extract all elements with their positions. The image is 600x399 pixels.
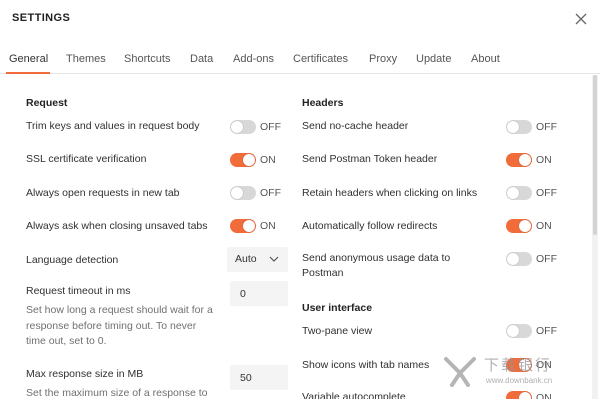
tab-shortcuts[interactable]: Shortcuts <box>124 53 170 65</box>
trim-keys-label: Trim keys and values in request body <box>26 120 200 132</box>
toggle-knob <box>507 121 519 133</box>
trim-keys-toggle[interactable] <box>230 120 256 134</box>
request-section-title: Request <box>26 97 68 109</box>
toggle-knob <box>519 220 531 232</box>
watermark-url: www.downbank.cn <box>486 376 553 385</box>
ssl-verification-toggle[interactable] <box>230 153 256 167</box>
max-response-size-label: Max response size in MB <box>26 368 144 380</box>
tab-proxy[interactable]: Proxy <box>369 53 397 65</box>
tab-themes[interactable]: Themes <box>66 53 106 65</box>
postman-token-state: ON <box>536 154 552 166</box>
ask-closing-unsaved-toggle[interactable] <box>230 219 256 233</box>
user-interface-section-title: User interface <box>302 302 373 314</box>
postman-token-label: Send Postman Token header <box>302 153 438 165</box>
retain-headers-toggle[interactable] <box>506 186 532 200</box>
tab-add-ons[interactable]: Add-ons <box>233 53 274 65</box>
watermark: 下载银行 www.downbank.cn <box>442 350 592 395</box>
anonymous-usage-toggle[interactable] <box>506 252 532 266</box>
follow-redirects-state: ON <box>536 220 552 232</box>
request-timeout-description: Set how long a request should wait for a… <box>26 304 213 347</box>
language-detection-label: Language detection <box>26 254 119 266</box>
toggle-knob <box>243 220 255 232</box>
anonymous-usage-label: Send anonymous usage data to Postman <box>302 252 451 279</box>
toggle-knob <box>507 253 519 265</box>
no-cache-label: Send no-cache header <box>302 120 409 132</box>
max-response-size-input[interactable] <box>230 365 288 390</box>
retain-headers-label: Retain headers when clicking on links <box>302 187 478 199</box>
watermark-text: 下载银行 <box>484 356 553 374</box>
toggle-knob <box>507 325 519 337</box>
icons-tab-names-label: Show icons with tab names <box>302 359 430 371</box>
tab-general[interactable]: General <box>9 53 48 65</box>
close-icon[interactable] <box>572 10 590 28</box>
max-response-size-description: Set the maximum size of a response to <box>26 387 208 399</box>
follow-redirects-label: Automatically follow redirects <box>302 220 438 232</box>
scrollbar-thumb[interactable] <box>593 75 597 235</box>
ask-closing-unsaved-label: Always ask when closing unsaved tabs <box>26 220 208 232</box>
active-tab-indicator <box>6 72 50 74</box>
postman-token-toggle[interactable] <box>506 153 532 167</box>
two-pane-toggle[interactable] <box>506 324 532 338</box>
settings-tabs: General Themes Shortcuts Data Add-ons Ce… <box>0 46 600 74</box>
tab-about[interactable]: About <box>471 53 500 65</box>
open-in-new-tab-state: OFF <box>260 187 281 199</box>
two-pane-state: OFF <box>536 325 557 337</box>
toggle-knob <box>231 121 243 133</box>
request-timeout-input[interactable] <box>230 281 288 306</box>
follow-redirects-toggle[interactable] <box>506 219 532 233</box>
settings-title: SETTINGS <box>12 12 71 24</box>
tab-update[interactable]: Update <box>416 53 451 65</box>
request-timeout-label: Request timeout in ms <box>26 285 131 297</box>
settings-header: SETTINGS <box>0 0 600 40</box>
headers-section-title: Headers <box>302 97 344 109</box>
toggle-knob <box>231 187 243 199</box>
watermark-logo-icon <box>444 357 476 387</box>
open-in-new-tab-label: Always open requests in new tab <box>26 187 180 199</box>
tab-data[interactable]: Data <box>190 53 213 65</box>
language-detection-value: Auto <box>235 253 257 265</box>
two-pane-label: Two-pane view <box>302 325 373 337</box>
toggle-knob <box>519 154 531 166</box>
variable-autocomplete-label: Variable autocomplete <box>302 391 406 399</box>
ssl-verification-label: SSL certificate verification <box>26 153 147 165</box>
toggle-knob <box>507 187 519 199</box>
no-cache-toggle[interactable] <box>506 120 532 134</box>
tab-certificates[interactable]: Certificates <box>293 53 348 65</box>
ask-closing-unsaved-state: ON <box>260 220 276 232</box>
trim-keys-state: OFF <box>260 121 281 133</box>
chevron-down-icon <box>269 256 279 262</box>
language-detection-select[interactable]: Auto <box>227 247 288 272</box>
toggle-knob <box>243 154 255 166</box>
ssl-verification-state: ON <box>260 154 276 166</box>
retain-headers-state: OFF <box>536 187 557 199</box>
anonymous-usage-state: OFF <box>536 253 557 265</box>
open-in-new-tab-toggle[interactable] <box>230 186 256 200</box>
no-cache-state: OFF <box>536 121 557 133</box>
